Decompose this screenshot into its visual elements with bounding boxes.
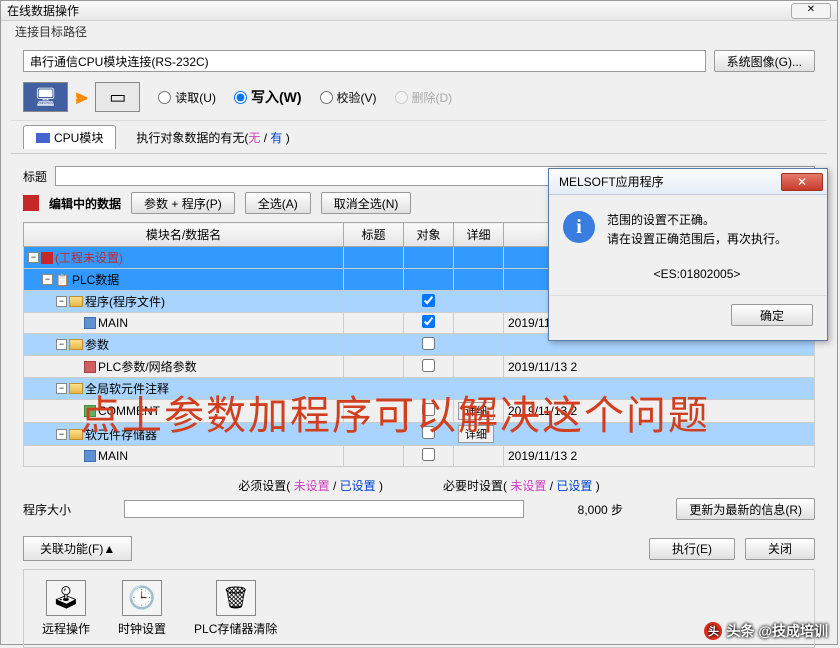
param-file-icon: [84, 361, 96, 373]
plc-param-checkbox[interactable]: [422, 359, 435, 372]
param-checkbox[interactable]: [422, 337, 435, 350]
editing-icon: [23, 195, 39, 211]
file-icon: [84, 450, 96, 462]
close-button[interactable]: 关闭: [745, 538, 815, 560]
folder-icon: [69, 339, 83, 350]
param-program-button[interactable]: 参数 + 程序(P): [131, 192, 235, 214]
verify-radio[interactable]: 校验(V): [320, 89, 377, 106]
system-image-button[interactable]: 系统图像(G)...: [714, 50, 815, 72]
read-radio[interactable]: 读取(U): [158, 89, 216, 106]
window-title: 在线数据操作: [7, 2, 79, 19]
tree-program[interactable]: 程序(程序文件): [85, 293, 165, 310]
plc-clear-icon: 🗑: [216, 580, 256, 616]
tree-main2[interactable]: MAIN: [98, 449, 128, 463]
tree-devmem[interactable]: 软元件存储器: [85, 426, 157, 443]
target-data-status: 执行对象数据的有无(无 / 有 ): [136, 129, 289, 146]
select-all-button[interactable]: 全选(A): [245, 192, 311, 214]
plc-clear-button[interactable]: 🗑 PLC存储器清除: [194, 580, 277, 637]
comment-detail-button[interactable]: 详细: [458, 402, 494, 420]
clock-set-button[interactable]: 🕒 时钟设置: [118, 580, 166, 637]
write-radio[interactable]: 写入(W): [234, 87, 302, 107]
tree-main[interactable]: MAIN: [98, 316, 128, 330]
tree-param[interactable]: 参数: [85, 336, 109, 353]
dialog-message: 范围的设置不正确。 请在设置正确范围后，再次执行。 <ES:01802005>: [607, 211, 787, 285]
dialog-ok-button[interactable]: 确定: [731, 304, 813, 326]
project-icon: [41, 252, 53, 264]
file-icon: [84, 317, 96, 329]
folder-icon: [69, 429, 83, 440]
delete-radio: 删除(D): [395, 89, 453, 106]
window-close-icon[interactable]: ✕: [791, 3, 831, 19]
remote-op-icon: 🕹: [46, 580, 86, 616]
tree-toggle[interactable]: −: [56, 339, 67, 350]
tree-toggle[interactable]: −: [56, 429, 67, 440]
editing-label: 编辑中的数据: [49, 195, 121, 212]
transfer-arrows-icon: ⫸: [76, 86, 87, 109]
cpu-icon: [36, 133, 50, 143]
remote-op-button[interactable]: 🕹 远程操作: [42, 580, 90, 637]
deselect-all-button[interactable]: 取消全选(N): [321, 192, 412, 214]
clock-icon: 🕒: [122, 580, 162, 616]
comment-checkbox[interactable]: [422, 403, 435, 416]
execute-button[interactable]: 执行(E): [649, 538, 735, 560]
devmem-checkbox[interactable]: [422, 426, 435, 439]
refresh-button[interactable]: 更新为最新的信息(R): [676, 498, 815, 520]
folder-icon: [69, 383, 83, 394]
assoc-button[interactable]: 关联功能(F)▲: [23, 536, 132, 561]
tree-toggle[interactable]: −: [56, 383, 67, 394]
size-value: 8,000 步: [578, 501, 623, 518]
col-title[interactable]: 标题: [344, 223, 404, 247]
tree-toggle[interactable]: −: [42, 274, 53, 285]
dialog-title: MELSOFT应用程序: [559, 173, 664, 190]
plc-icon[interactable]: ▭: [95, 82, 140, 112]
size-bar: [124, 500, 524, 518]
error-dialog: MELSOFT应用程序 ✕ i 范围的设置不正确。 请在设置正确范围后，再次执行…: [548, 168, 828, 341]
path-section-label: 连接目标路径: [15, 23, 837, 40]
cpu-module-tab[interactable]: CPU模块: [23, 125, 116, 149]
tree-comment[interactable]: COMMENT: [98, 404, 160, 418]
tree-toggle[interactable]: −: [56, 296, 67, 307]
legend-optional: 必要时设置( 未设置 / 已设置 ): [443, 477, 600, 494]
title-label: 标题: [23, 168, 47, 185]
size-label: 程序大小: [23, 501, 71, 518]
main-checkbox[interactable]: [422, 315, 435, 328]
tree-root[interactable]: (工程未设置): [55, 249, 123, 266]
tree-toggle[interactable]: −: [28, 252, 39, 263]
program-checkbox[interactable]: [422, 294, 435, 307]
main2-checkbox[interactable]: [422, 448, 435, 461]
devmem-detail-button[interactable]: 详细: [458, 425, 494, 443]
plc-data-icon: 📋: [55, 273, 70, 287]
watermark-icon: 头: [704, 622, 722, 640]
path-input[interactable]: [23, 50, 706, 72]
info-icon: i: [563, 211, 595, 243]
col-target[interactable]: 对象: [404, 223, 454, 247]
tree-plc[interactable]: PLC数据: [72, 271, 119, 288]
tree-plc-param[interactable]: PLC参数/网络参数: [98, 358, 197, 375]
col-detail[interactable]: 详细: [454, 223, 504, 247]
folder-icon: [69, 296, 83, 307]
col-name[interactable]: 模块名/数据名: [24, 223, 344, 247]
pc-icon[interactable]: 🖥: [23, 82, 68, 112]
dialog-close-icon[interactable]: ✕: [781, 173, 823, 191]
watermark: 头 头条 @技成培训: [704, 621, 828, 641]
comment-icon: [84, 405, 96, 417]
tree-global[interactable]: 全局软元件注释: [85, 380, 169, 397]
legend-required: 必须设置( 未设置 / 已设置 ): [238, 477, 383, 494]
